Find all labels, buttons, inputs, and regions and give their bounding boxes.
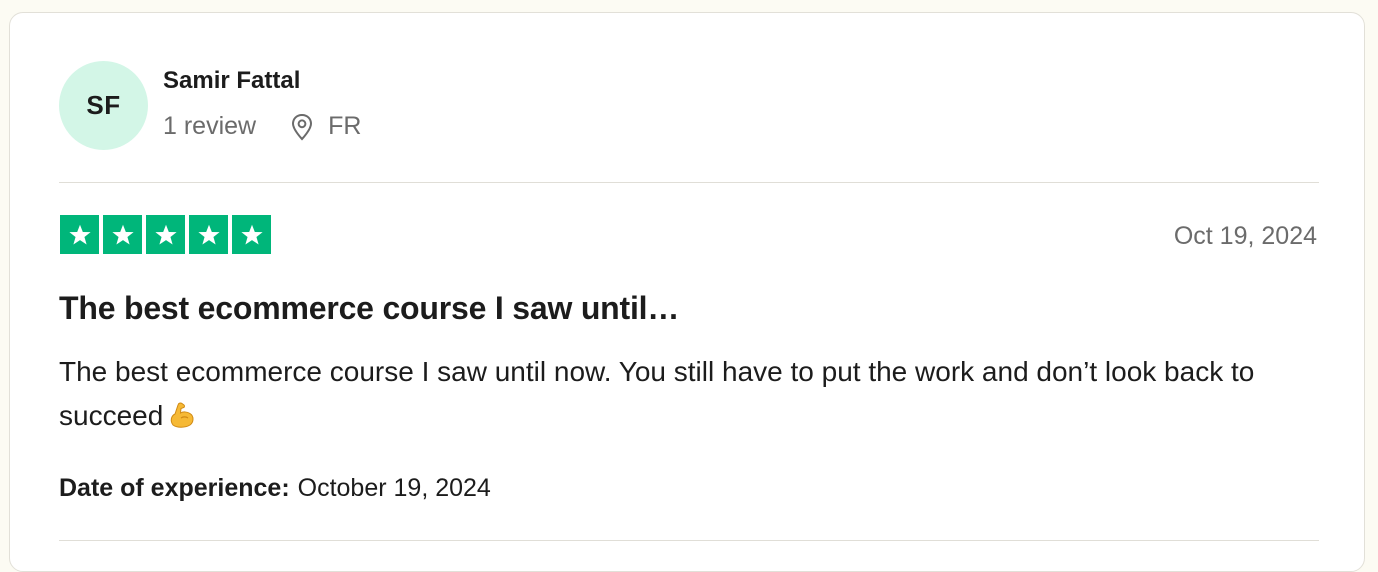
star-icon: [232, 215, 271, 254]
header-divider: [59, 182, 1319, 183]
star-icon: [60, 215, 99, 254]
review-title[interactable]: The best ecommerce course I saw until…: [59, 290, 679, 327]
experience-label: Date of experience:: [59, 474, 290, 502]
date-of-experience: Date of experience: October 19, 2024: [59, 474, 491, 503]
reviewer-meta: 1 review FR: [163, 112, 361, 141]
reviewer-name[interactable]: Samir Fattal: [163, 67, 300, 95]
location-pin-icon: [290, 113, 314, 141]
experience-value: October 19, 2024: [297, 474, 491, 502]
review-body: The best ecommerce course I saw until no…: [59, 350, 1319, 438]
star-rating: [60, 215, 271, 254]
review-count: 1 review: [163, 112, 257, 140]
review-date: Oct 19, 2024: [1173, 222, 1317, 250]
flexed-biceps-emoji: [167, 398, 197, 428]
reviewer-country: FR: [328, 112, 362, 140]
footer-divider: [59, 540, 1319, 541]
star-icon: [146, 215, 185, 254]
star-icon: [189, 215, 228, 254]
star-icon: [103, 215, 142, 254]
avatar[interactable]: SF: [59, 61, 148, 150]
review-body-text: The best ecommerce course I saw until no…: [59, 356, 1255, 431]
avatar-initials: SF: [86, 90, 121, 120]
review-card: SF Samir Fattal 1 review FR Oct 19, 2024…: [9, 12, 1365, 572]
